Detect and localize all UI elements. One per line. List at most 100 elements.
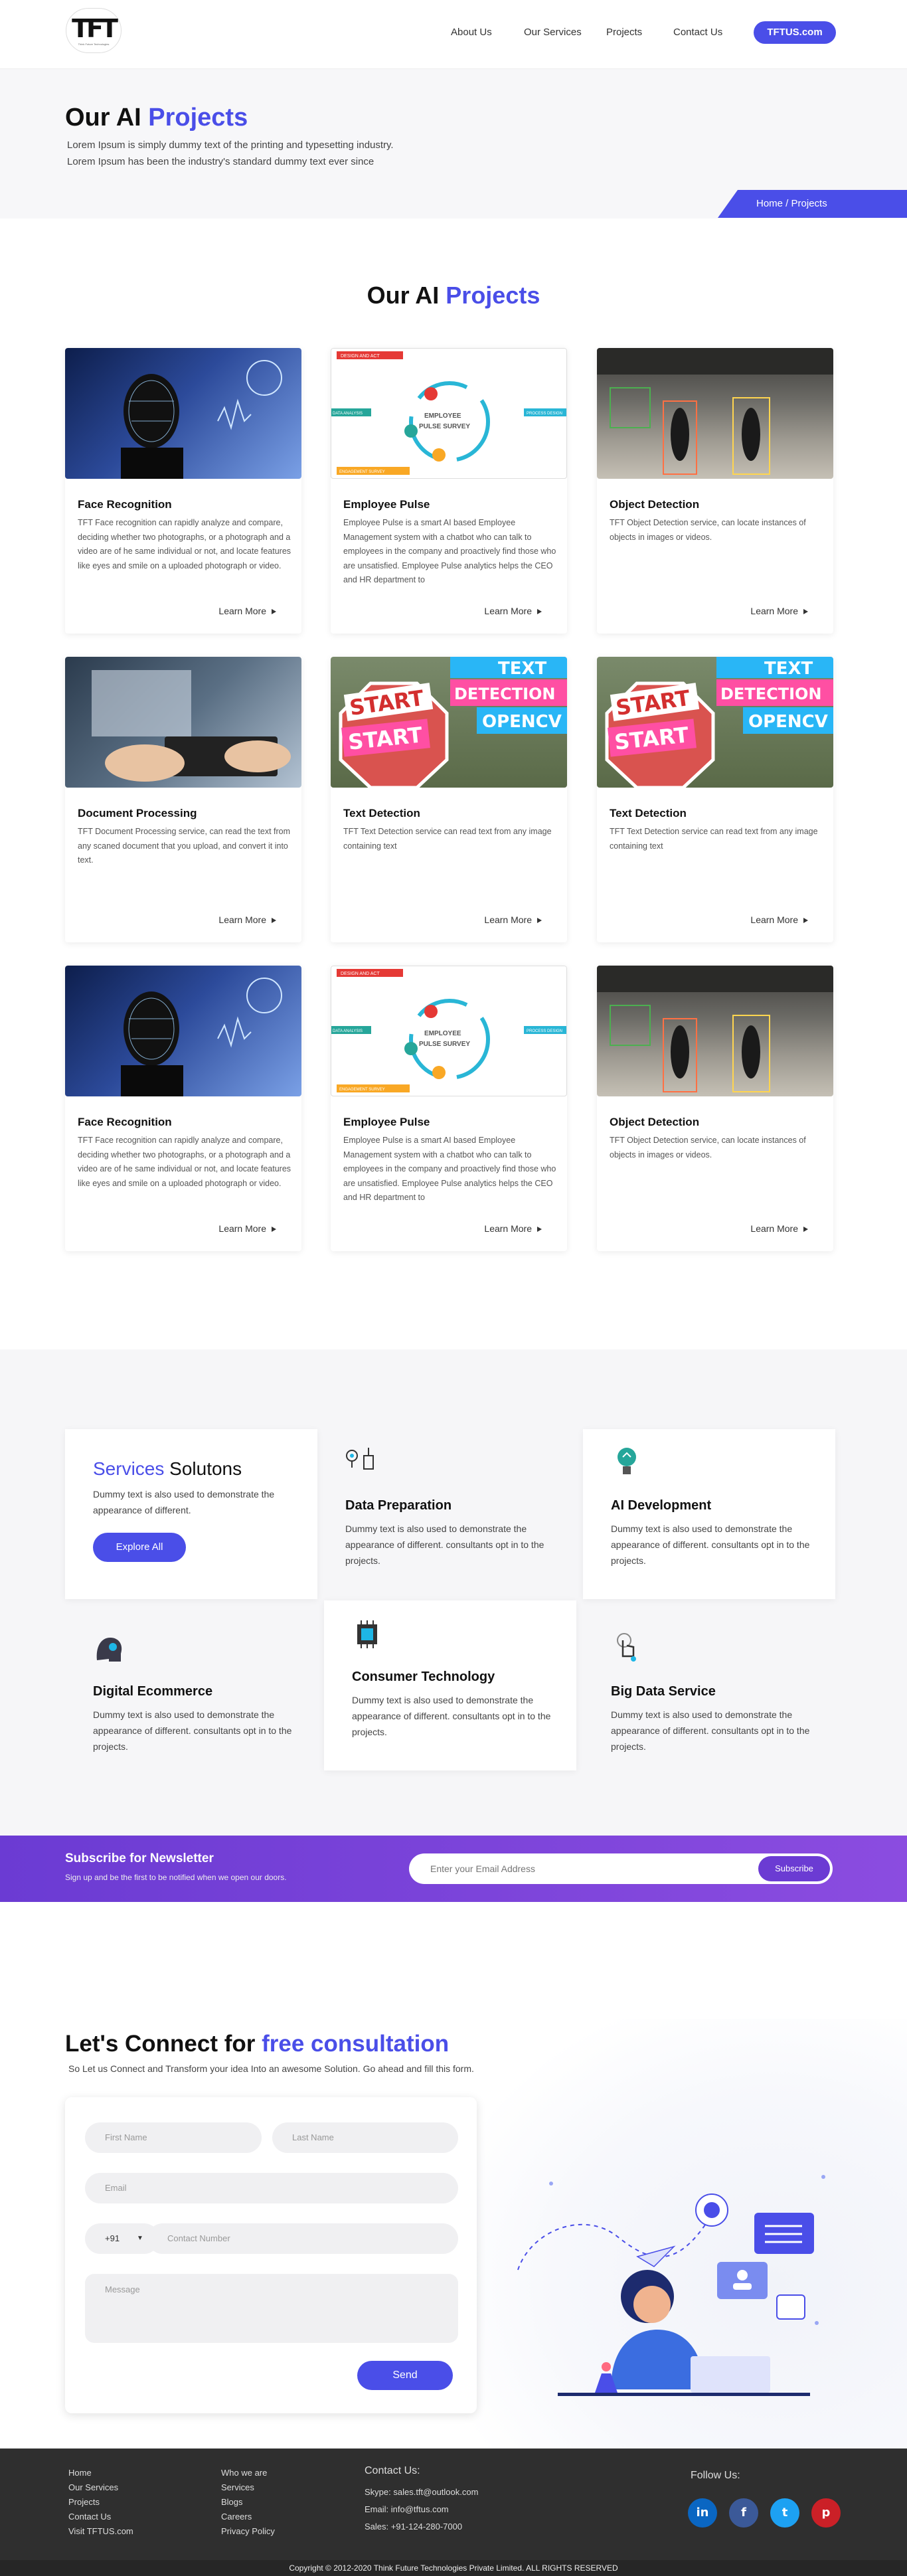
project-card[interactable]: Face Recognition TFT Face recognition can…	[65, 966, 301, 1251]
data-preparation-icon	[346, 1448, 374, 1470]
footer-link-blogs[interactable]: Blogs	[221, 2495, 275, 2510]
footer-link-home[interactable]: Home	[68, 2466, 133, 2480]
email-field[interactable]: Email	[85, 2173, 458, 2203]
footer-link-services[interactable]: Our Services	[68, 2480, 133, 2495]
newsletter-title: Subscribe for Newsletter	[65, 1851, 214, 1865]
project-card-title: Document Processing	[78, 807, 197, 819]
projects-heading: Our AI Projects	[0, 282, 907, 309]
project-card[interactable]: DESIGN AND ACT EMPLOYEE PULSE SURVEY DATA A…	[331, 966, 567, 1251]
svg-text:OPENCV: OPENCV	[482, 712, 562, 732]
nav-contact-us[interactable]: Contact Us	[673, 27, 722, 38]
linkedin-icon[interactable]: in	[688, 2498, 717, 2528]
project-card[interactable]: Object Detection TFT Object Detection ser…	[597, 966, 833, 1251]
page-title-accent: Projects	[148, 104, 248, 131]
site-header: TFT Think Future Technologies About Us O…	[0, 0, 907, 69]
connect-heading-plain: Let's Connect for	[65, 2031, 262, 2057]
svg-text:ENGAGEMENT SURVEY: ENGAGEMENT SURVEY	[339, 470, 385, 474]
nav-about-us[interactable]: About Us	[451, 27, 492, 38]
learn-more-link[interactable]: Learn More	[484, 1223, 542, 1234]
footer-link-visit[interactable]: Visit TFTUS.com	[68, 2524, 133, 2539]
project-card[interactable]: Document Processing TFT Document Processi…	[65, 657, 301, 942]
newsletter-email-input[interactable]	[430, 1861, 729, 1876]
service-title: Data Preparation	[345, 1498, 452, 1513]
face-recognition-image	[65, 348, 301, 479]
hero-line-1: Lorem Ipsum is simply dummy text of the …	[67, 139, 394, 151]
nav-our-services[interactable]: Our Services	[524, 27, 582, 38]
twitter-icon[interactable]: t	[770, 2498, 799, 2528]
learn-more-link[interactable]: Learn More	[218, 1223, 276, 1234]
service-title: Digital Ecommerce	[93, 1684, 213, 1699]
project-card[interactable]: Object Detection TFT Object Detection ser…	[597, 348, 833, 634]
send-button[interactable]: Send	[357, 2361, 453, 2390]
employee-pulse-image: DESIGN AND ACT EMPLOYEE PULSE SURVEY DATA A…	[331, 348, 567, 479]
project-card[interactable]: DESIGN AND ACT EMPLOYEE PULSE SURVEY DATA A…	[331, 348, 567, 634]
learn-more-link[interactable]: Learn More	[484, 606, 542, 616]
project-card[interactable]: START START TEXT DETECTION OPENCV Text Detect…	[331, 657, 567, 942]
learn-more-link[interactable]: Learn More	[218, 914, 276, 925]
footer-links-2: Who we are Services Blogs Careers Privac…	[221, 2466, 275, 2539]
project-card[interactable]: START START TEXT DETECTION OPENCV Text Detect…	[597, 657, 833, 942]
learn-more-link[interactable]: Learn More	[750, 606, 808, 616]
service-desc: Dummy text is also used to demonstrate t…	[352, 1695, 551, 1737]
footer-sales[interactable]: Sales: +91-124-280-7000	[365, 2520, 478, 2533]
chevron-down-icon: ▼	[137, 2235, 143, 2242]
footer-link-careers[interactable]: Careers	[221, 2510, 275, 2524]
service-desc: Dummy text is also used to demonstrate t…	[611, 1523, 810, 1566]
service-digital-ecommerce[interactable]: Digital Ecommerce Dummy text is also use…	[65, 1615, 317, 1785]
svg-text:EMPLOYEE: EMPLOYEE	[424, 412, 461, 420]
learn-more-link[interactable]: Learn More	[750, 1223, 808, 1234]
tftus-button[interactable]: TFTUS.com	[754, 21, 836, 44]
footer-link-privacy[interactable]: Privacy Policy	[221, 2524, 275, 2539]
footer-link-who[interactable]: Who we are	[221, 2466, 275, 2480]
subscribe-button[interactable]: Subscribe	[758, 1856, 830, 1881]
newsletter-section: Subscribe for Newsletter Sign up and be …	[0, 1836, 907, 1902]
digital-head-icon	[96, 1638, 122, 1662]
learn-more-link[interactable]: Learn More	[750, 914, 808, 925]
service-big-data[interactable]: Big Data Service Dummy text is also used…	[583, 1615, 835, 1785]
footer-link-services-2[interactable]: Services	[221, 2480, 275, 2495]
svg-text:TEXT: TEXT	[498, 659, 547, 679]
footer-link-contact[interactable]: Contact Us	[68, 2510, 133, 2524]
service-ai-development[interactable]: AI Development Dummy text is also used t…	[583, 1429, 835, 1599]
nav-projects[interactable]: Projects	[606, 27, 642, 38]
explore-all-button[interactable]: Explore All	[93, 1533, 186, 1562]
contact-number-field[interactable]: Contact Number	[147, 2223, 458, 2254]
service-title: Big Data Service	[611, 1684, 716, 1699]
svg-text:TEXT: TEXT	[764, 659, 813, 679]
project-card-title: Face Recognition	[78, 1116, 172, 1128]
service-desc: Dummy text is also used to demonstrate t…	[345, 1523, 544, 1566]
learn-more-link[interactable]: Learn More	[484, 914, 542, 925]
svg-text:PROCESS DESIGN: PROCESS DESIGN	[527, 1029, 562, 1033]
projects-heading-plain: Our AI	[367, 282, 446, 309]
service-data-preparation[interactable]: Data Preparation Dummy text is also used…	[317, 1429, 570, 1599]
footer-skype[interactable]: Skype: sales.tft@outlook.com	[365, 2486, 478, 2499]
newsletter-subtitle: Sign up and be the first to be notified …	[65, 1873, 287, 1882]
footer-link-projects[interactable]: Projects	[68, 2495, 133, 2510]
breadcrumb[interactable]: Home / Projects	[718, 190, 907, 218]
svg-text:DATA ANALYSIS: DATA ANALYSIS	[333, 412, 363, 416]
learn-more-link[interactable]: Learn More	[218, 606, 276, 616]
facebook-icon[interactable]: f	[729, 2498, 758, 2528]
svg-text:DETECTION: DETECTION	[454, 685, 555, 703]
service-title: AI Development	[611, 1498, 712, 1513]
svg-text:DATA ANALYSIS: DATA ANALYSIS	[333, 1029, 363, 1033]
project-card-title: Text Detection	[610, 807, 687, 819]
footer-email[interactable]: Email: info@tftus.com	[365, 2503, 478, 2516]
service-desc: Dummy text is also used to demonstrate t…	[93, 1709, 292, 1752]
projects-heading-accent: Projects	[446, 282, 540, 309]
svg-text:PULSE SURVEY: PULSE SURVEY	[419, 423, 470, 430]
services-heading-plain: Solutons	[164, 1458, 242, 1479]
project-card-desc: TFT Text Detection service can read text…	[343, 827, 552, 851]
service-title: Consumer Technology	[352, 1670, 495, 1684]
message-field[interactable]: Message	[85, 2274, 458, 2343]
first-name-field[interactable]: First Name	[85, 2122, 262, 2153]
service-desc: Dummy text is also used to demonstrate t…	[611, 1709, 810, 1752]
project-card-desc: Employee Pulse is a smart AI based Emplo…	[343, 518, 556, 584]
pinterest-icon[interactable]: p	[811, 2498, 841, 2528]
project-card-desc: Employee Pulse is a smart AI based Emplo…	[343, 1136, 556, 1202]
footer-contact: Contact Us: Skype: sales.tft@outlook.com…	[365, 2464, 478, 2537]
service-consumer-technology[interactable]: Consumer Technology Dummy text is also u…	[324, 1600, 576, 1770]
project-card[interactable]: Face Recognition TFT Face recognition can…	[65, 348, 301, 634]
last-name-field[interactable]: Last Name	[272, 2122, 458, 2153]
services-intro: Services Solutons Dummy text is also use…	[65, 1429, 317, 1599]
